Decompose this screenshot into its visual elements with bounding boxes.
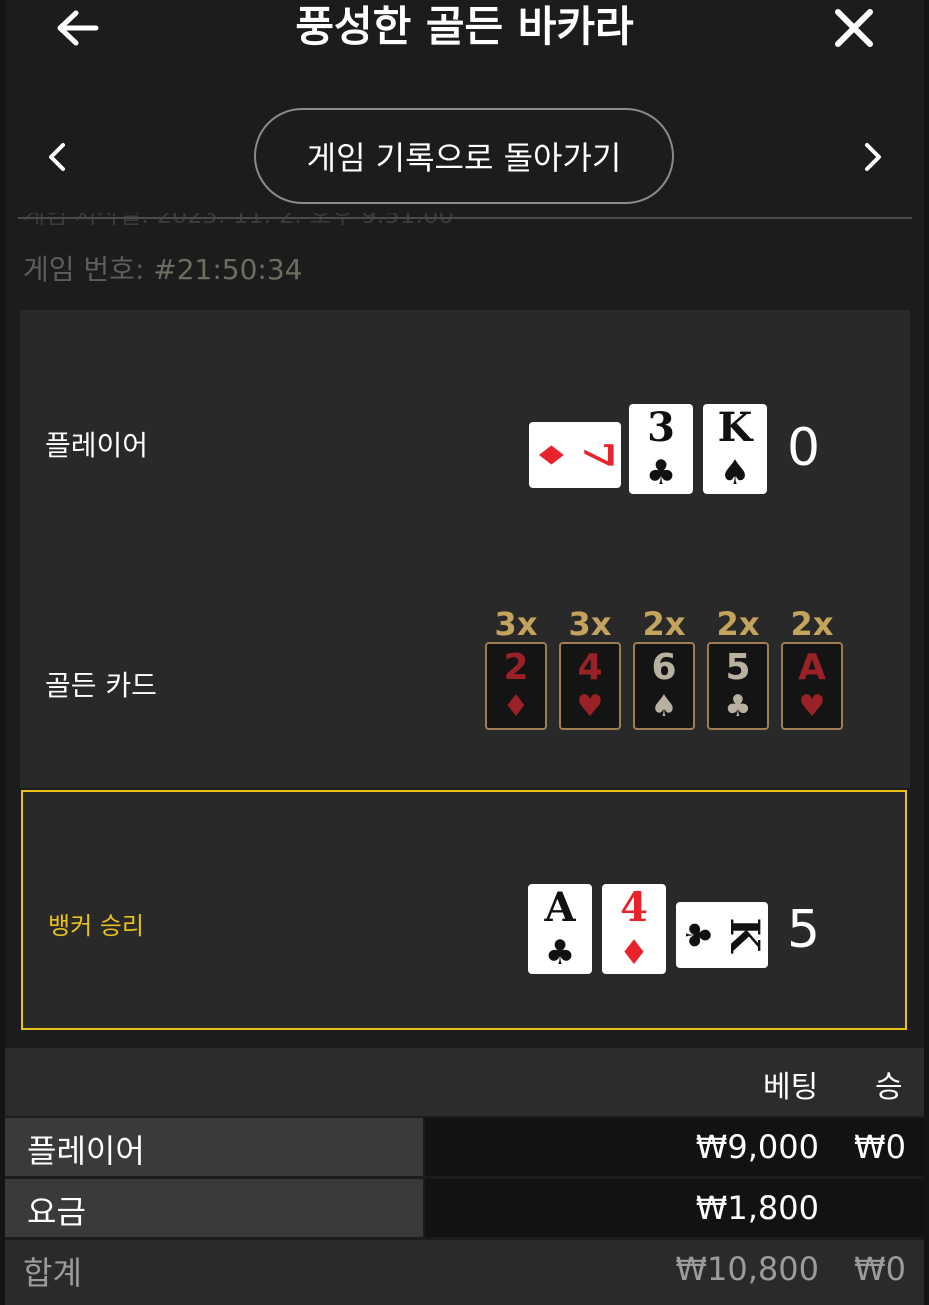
banker-score: 5 xyxy=(787,900,821,960)
scrolled-info-text: 게임 시작일: 2023. 11. 2. 오후 9:51:00 xyxy=(23,213,454,229)
player-card-2: 3 ♣ xyxy=(629,404,693,494)
golden-card-5: A ♥ xyxy=(781,642,843,730)
card-rank: 5 xyxy=(725,647,751,688)
golden-card-4: 5 ♣ xyxy=(707,642,769,730)
player-label: 플레이어 xyxy=(45,429,149,462)
diamond-icon: ♦ xyxy=(530,439,570,471)
golden-multiplier: 3x xyxy=(568,605,612,643)
club-icon: ♣ xyxy=(724,689,752,724)
title-bar: 풍성한 골든 바카라 xyxy=(5,0,924,60)
spade-icon: ♠ xyxy=(650,689,678,724)
back-to-history-button[interactable]: 게임 기록으로 돌아가기 xyxy=(254,108,674,204)
banker-card-2: 4 ♦ xyxy=(602,884,666,974)
game-history-screen: 풍성한 골든 바카라 게임 기록으로 돌아가기 게임 시작일: 2023. 11… xyxy=(5,0,924,1305)
player-score: 0 xyxy=(787,418,821,478)
card-rank: 2 xyxy=(503,647,529,688)
game-number: 게임 번호: #21:50:34 xyxy=(23,248,303,288)
player-card-1: 7 ♦ xyxy=(529,422,621,488)
golden-card-2: 4 ♥ xyxy=(559,642,621,730)
golden-multiplier: 3x xyxy=(494,605,538,643)
card-rank: A xyxy=(544,884,576,931)
diamond-icon: ♦ xyxy=(618,933,650,973)
row-label: 요금 xyxy=(27,1193,86,1231)
row-value-cell: ₩9,000 ₩0 xyxy=(425,1118,924,1176)
total-bet-amount: ₩10,800 xyxy=(675,1250,819,1288)
total-win-amount: ₩0 xyxy=(854,1250,906,1288)
golden-card-1: 2 ♦ xyxy=(485,642,547,730)
golden-cards-label: 골든 카드 xyxy=(45,669,157,702)
total-label: 합계 xyxy=(23,1254,82,1292)
win-column-header: 승 xyxy=(875,1070,903,1105)
scrolled-info-line: 게임 시작일: 2023. 11. 2. 오후 9:51:00 xyxy=(23,213,543,231)
golden-multiplier: 2x xyxy=(716,605,760,643)
card-rank: 3 xyxy=(647,404,675,451)
chevron-right-icon[interactable] xyxy=(853,135,893,179)
card-rank: K xyxy=(717,404,753,451)
row-bet-amount: ₩1,800 xyxy=(695,1189,819,1227)
row-value-cell: ₩1,800 xyxy=(425,1179,924,1237)
chevron-left-icon[interactable] xyxy=(37,135,77,179)
divider xyxy=(18,217,912,219)
total-row: 합계 ₩10,800 ₩0 xyxy=(5,1240,924,1305)
table-row: 플레이어 ₩9,000 ₩0 xyxy=(5,1118,924,1176)
page-title: 풍성한 골든 바카라 xyxy=(295,2,634,51)
spade-icon: ♠ xyxy=(719,453,751,493)
club-icon: ♣ xyxy=(544,933,576,973)
back-arrow-icon[interactable] xyxy=(55,6,101,50)
history-nav: 게임 기록으로 돌아가기 xyxy=(5,105,924,209)
game-number-value: #21:50:34 xyxy=(153,253,303,286)
card-rank: 4 xyxy=(620,884,648,931)
card-rank: 6 xyxy=(651,647,677,688)
club-icon: ♣ xyxy=(677,919,717,951)
row-label-cell: 요금 xyxy=(5,1179,423,1237)
bet-column-header: 베팅 xyxy=(763,1070,819,1105)
banker-card-1: A ♣ xyxy=(528,884,592,974)
banker-win-label: 뱅커 승리 xyxy=(48,912,144,940)
heart-icon: ♥ xyxy=(576,689,604,724)
banker-win-box xyxy=(21,790,907,1030)
golden-card-3: 6 ♠ xyxy=(633,642,695,730)
banker-card-3: K ♣ xyxy=(676,902,768,968)
card-rank: A xyxy=(798,647,826,688)
heart-icon: ♥ xyxy=(798,689,826,724)
club-icon: ♣ xyxy=(645,453,677,493)
golden-multiplier: 2x xyxy=(790,605,834,643)
player-card-3: K ♠ xyxy=(703,404,767,494)
golden-multiplier: 2x xyxy=(642,605,686,643)
card-rank: 4 xyxy=(577,647,603,688)
game-number-label: 게임 번호: xyxy=(23,253,145,286)
row-label-cell: 플레이어 xyxy=(5,1118,423,1176)
close-icon[interactable] xyxy=(831,6,877,50)
table-header: 베팅 승 xyxy=(5,1048,924,1116)
row-win-amount: ₩0 xyxy=(854,1128,906,1166)
card-rank: K xyxy=(721,917,768,953)
result-panel xyxy=(20,310,910,788)
row-bet-amount: ₩9,000 xyxy=(695,1128,819,1166)
diamond-icon: ♦ xyxy=(502,689,530,724)
table-row: 요금 ₩1,800 xyxy=(5,1179,924,1237)
row-label: 플레이어 xyxy=(27,1132,145,1170)
card-rank: 7 xyxy=(574,441,621,469)
